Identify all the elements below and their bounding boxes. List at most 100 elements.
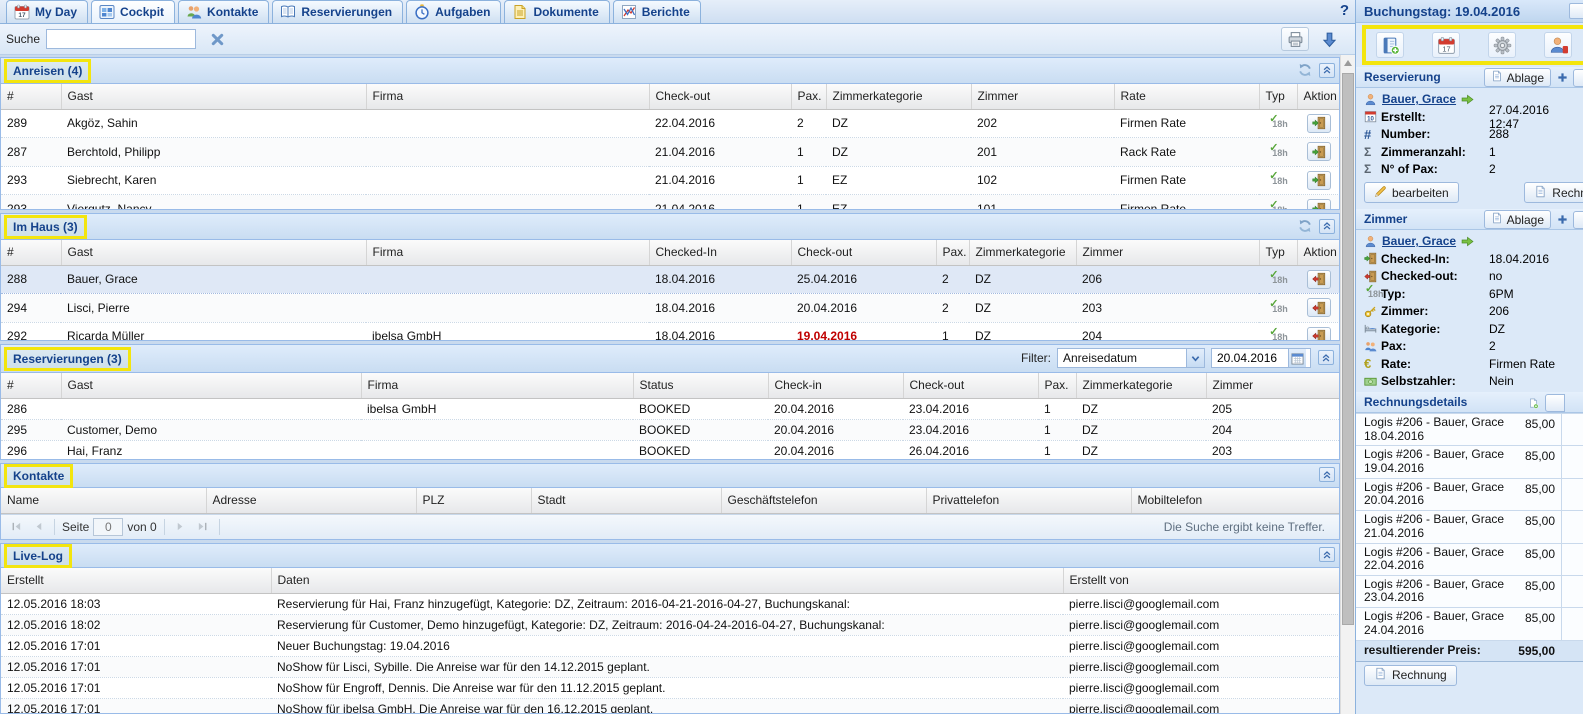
guest-link[interactable]: Bauer, Grace [1382, 92, 1456, 106]
tab-berichte[interactable]: Berichte [613, 0, 701, 23]
add-icon[interactable] [1554, 212, 1570, 228]
column-header-daten[interactable]: Daten [271, 568, 1063, 593]
table-row[interactable]: 12.05.2016 18:03Reservierung für Hai, Fr… [1, 593, 1340, 614]
table-row[interactable]: 286ibelsa GmbHBOOKED20.04.201623.04.2016… [1, 398, 1339, 419]
page-number-input[interactable] [93, 518, 123, 536]
column-header-gast[interactable]: Gast [61, 84, 366, 109]
column-header-privattelefon[interactable]: Privattelefon [926, 488, 1131, 513]
table-row[interactable]: 12.05.2016 17:01NoShow für Engroff, Denn… [1, 677, 1340, 698]
table-row[interactable]: 12.05.2016 17:01Neuer Buchungstag: 19.04… [1, 635, 1340, 656]
last-page-icon[interactable] [194, 518, 212, 536]
column-header-zimmer[interactable]: Zimmer [971, 84, 1114, 109]
print-button[interactable] [1281, 27, 1309, 51]
table-row[interactable]: 288Bauer, Grace18.04.201625.04.20162DZ20… [1, 265, 1340, 294]
booking-day-calendar-icon[interactable]: 17 [1432, 32, 1460, 58]
invoice-item[interactable]: Logis #206 - Bauer, Grace22.04.201685,00 [1356, 544, 1583, 576]
table-row[interactable]: 294Lisci, Pierre18.04.201620.04.20162DZ2… [1, 294, 1340, 323]
column-header-aktion[interactable]: Aktion [1297, 240, 1340, 265]
go-arrow-icon[interactable] [1461, 235, 1474, 248]
column-header-zimmerkategorie[interactable]: Zimmerkategorie [826, 84, 971, 109]
column-header-check-out[interactable]: Check-out [791, 240, 936, 265]
checkout-door-button[interactable] [1307, 298, 1331, 317]
add-invoice-item-icon[interactable] [1524, 394, 1542, 412]
ablage-button[interactable]: Ablage [1484, 68, 1551, 87]
column-header-gast[interactable]: Gast [61, 240, 366, 265]
add-contact-icon[interactable] [1544, 32, 1572, 58]
column-header-zimmerkategorie[interactable]: Zimmerkategorie [1076, 373, 1206, 398]
tab-reservierungen[interactable]: Reservierungen [272, 0, 403, 23]
column-header-mobiltelefon[interactable]: Mobiltelefon [1131, 488, 1340, 513]
column-header-pax-[interactable]: Pax. [1038, 373, 1076, 398]
column-header-firma[interactable]: Firma [361, 373, 633, 398]
add-icon[interactable] [1554, 70, 1570, 86]
collapse-panel-icon[interactable] [1319, 63, 1335, 78]
settings-gear-icon[interactable] [1488, 32, 1516, 58]
column-header-checked-in[interactable]: Checked-In [649, 240, 791, 265]
table-row[interactable]: 287Berchtold, Philipp21.04.20161DZ201Rac… [1, 138, 1340, 167]
column-header-zimmer[interactable]: Zimmer [1076, 240, 1259, 265]
column-header-zimmerkategorie[interactable]: Zimmerkategorie [969, 240, 1076, 265]
checkout-door-button[interactable] [1307, 327, 1331, 342]
filter-date-input[interactable] [1212, 351, 1288, 365]
ablage-button[interactable]: Ablage [1484, 210, 1551, 229]
column-header-stadt[interactable]: Stadt [531, 488, 721, 513]
collapse-section-button[interactable] [1573, 69, 1583, 87]
column-header-typ[interactable]: Typ [1259, 84, 1297, 109]
clear-search-icon[interactable] [206, 29, 228, 49]
column-header-check-out[interactable]: Check-out [649, 84, 791, 109]
column-header-erstellt[interactable]: Erstellt [1, 568, 271, 593]
table-row[interactable]: 295Customer, DemoBOOKED20.04.201623.04.2… [1, 419, 1339, 440]
filter-date-field[interactable] [1211, 348, 1311, 368]
invoice-item[interactable]: Logis #206 - Bauer, Grace21.04.201685,00 [1356, 511, 1583, 543]
collapse-panel-icon[interactable] [1319, 219, 1335, 234]
column-header-adresse[interactable]: Adresse [206, 488, 416, 513]
scrollbar-thumb[interactable] [1342, 73, 1354, 625]
go-arrow-icon[interactable] [1461, 93, 1474, 106]
column-header-aktion[interactable]: Aktion [1297, 84, 1340, 109]
column-header-firma[interactable]: Firma [366, 240, 649, 265]
column-header-firma[interactable]: Firma [366, 84, 649, 109]
tab-cockpit[interactable]: Cockpit [91, 0, 175, 23]
filter-select[interactable]: Anreisedatum [1057, 348, 1205, 368]
column-header-rate[interactable]: Rate [1114, 84, 1259, 109]
column-header-pax-[interactable]: Pax. [791, 84, 826, 109]
tab-kontakte[interactable]: Kontakte [178, 0, 269, 23]
first-page-icon[interactable] [7, 518, 25, 536]
column-header-pax-[interactable]: Pax. [936, 240, 969, 265]
invoice-item[interactable]: Logis #206 - Bauer, Grace18.04.201685,00 [1356, 414, 1583, 446]
chevron-down-icon[interactable] [1186, 349, 1204, 367]
vertical-scrollbar[interactable] [1340, 55, 1355, 714]
tab-my-day[interactable]: 17My Day [6, 0, 88, 23]
column-header-name[interactable]: Name [1, 488, 206, 513]
column-header--[interactable]: # [1, 84, 61, 109]
invoice-item[interactable]: Logis #206 - Bauer, Grace23.04.201685,00 [1356, 576, 1583, 608]
table-row[interactable]: 292Ricarda Mülleribelsa GmbH18.04.201619… [1, 322, 1340, 341]
column-header-check-out[interactable]: Check-out [903, 373, 1038, 398]
table-row[interactable]: 12.05.2016 18:02Reservierung für Custome… [1, 614, 1340, 635]
table-row[interactable]: 12.05.2016 17:01NoShow für Lisci, Sybill… [1, 656, 1340, 677]
sidebar-mini-button[interactable] [1569, 3, 1583, 19]
invoice-item[interactable]: Logis #206 - Bauer, Grace19.04.201685,00 [1356, 446, 1583, 478]
checkin-door-button[interactable] [1307, 171, 1331, 190]
column-header-erstellt-von[interactable]: Erstellt von [1063, 568, 1340, 593]
help-button[interactable]: ? [1340, 2, 1349, 19]
rechnung-button[interactable]: Rechnung [1364, 665, 1457, 686]
checkin-door-button[interactable] [1307, 142, 1331, 161]
refresh-icon[interactable] [1295, 61, 1315, 79]
column-header-status[interactable]: Status [633, 373, 768, 398]
column-header-plz[interactable]: PLZ [416, 488, 531, 513]
collapse-section-button[interactable] [1545, 394, 1565, 412]
invoice-item[interactable]: Logis #206 - Bauer, Grace24.04.201685,00 [1356, 608, 1583, 640]
column-header-check-in[interactable]: Check-in [768, 373, 903, 398]
calendar-trigger-icon[interactable] [1288, 349, 1306, 367]
column-header--[interactable]: # [1, 240, 61, 265]
column-header-gesch-ftstelefon[interactable]: Geschäftstelefon [721, 488, 926, 513]
search-input[interactable] [46, 29, 196, 49]
prev-page-icon[interactable] [29, 518, 47, 536]
table-row[interactable]: 293Siebrecht, Karen21.04.20161EZ102Firme… [1, 166, 1340, 195]
column-header-typ[interactable]: Typ [1259, 240, 1297, 265]
checkin-door-button[interactable] [1307, 114, 1331, 133]
table-row[interactable]: 296Hai, FranzBOOKED20.04.201626.04.20161… [1, 440, 1339, 460]
column-header-gast[interactable]: Gast [61, 373, 361, 398]
table-row[interactable]: 289Akgöz, Sahin22.04.20162DZ202Firmen Ra… [1, 109, 1340, 138]
